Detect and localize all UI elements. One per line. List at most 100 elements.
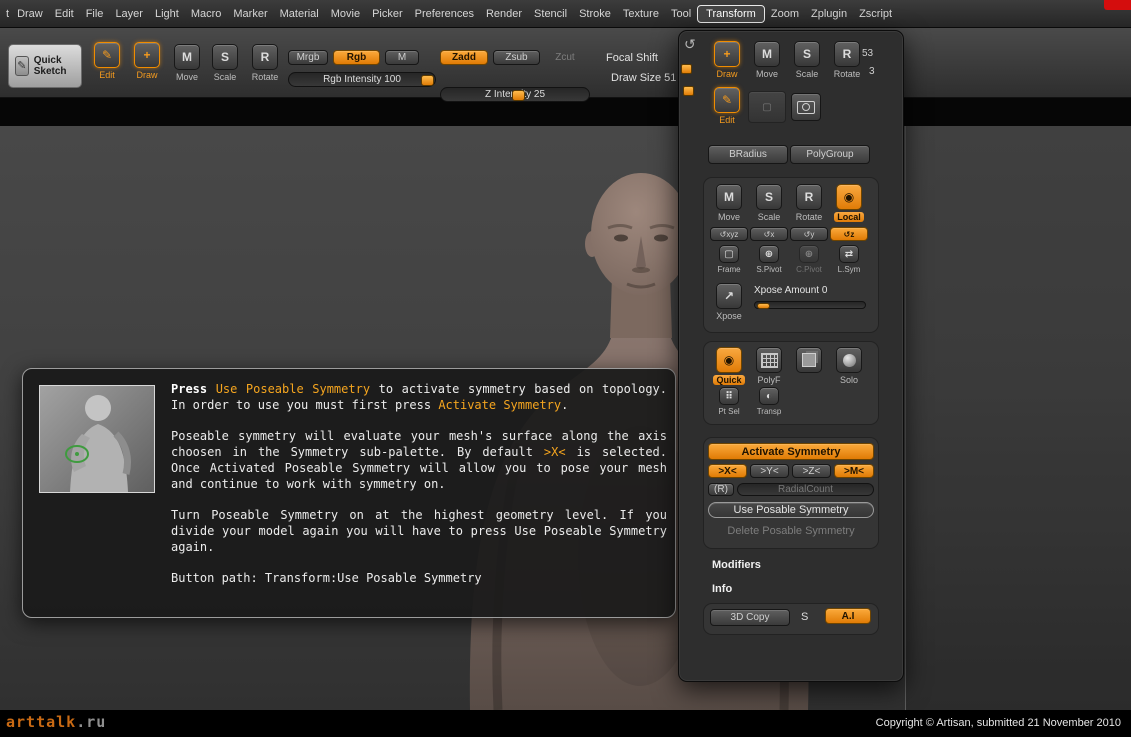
slider-handle[interactable]: [421, 75, 434, 86]
palette-edit-button[interactable]: ✎ Edit: [708, 87, 746, 125]
menu-edit[interactable]: Edit: [49, 5, 80, 23]
palette-move-button[interactable]: M Move: [748, 41, 786, 79]
menu-tool[interactable]: Tool: [665, 5, 697, 23]
move-button[interactable]: M Move: [168, 44, 206, 82]
scale-icon: S: [794, 41, 820, 67]
quick-sketch-button[interactable]: ✎ Quick Sketch: [8, 44, 82, 88]
floor-button[interactable]: [790, 347, 828, 373]
edit-button[interactable]: ✎ Edit: [88, 42, 126, 80]
menu-material[interactable]: Material: [274, 5, 325, 23]
scale-button[interactable]: S Scale: [206, 44, 244, 82]
rotate-icon: R: [834, 41, 860, 67]
help-tooltip: Press Use Poseable Symmetry to activate …: [22, 368, 676, 618]
gyro-scale-button[interactable]: S Scale: [750, 184, 788, 222]
transparency-icon: ◐: [759, 387, 779, 405]
modifiers-section-label[interactable]: Modifiers: [712, 559, 761, 571]
draw-size-handle[interactable]: [683, 86, 694, 96]
tooltip-thumbnail: [39, 385, 155, 493]
rgb-button[interactable]: Rgb: [333, 50, 380, 65]
threed-copy-button[interactable]: 3D Copy: [710, 609, 790, 626]
zcut-button[interactable]: Zcut: [545, 50, 585, 65]
spivot-icon: ⊕: [759, 245, 779, 263]
menu-transform[interactable]: Transform: [697, 5, 765, 23]
menu-file[interactable]: File: [80, 5, 110, 23]
transp-button[interactable]: ◐ Transp: [750, 387, 788, 416]
zsub-button[interactable]: Zsub: [493, 50, 540, 65]
gyro-z-button[interactable]: ↺z: [830, 227, 868, 241]
ai-button[interactable]: A.I: [825, 608, 871, 624]
spivot-button[interactable]: ⊕ S.Pivot: [750, 245, 788, 274]
cpivot-button: ⊕ C.Pivot: [790, 245, 828, 274]
activate-symmetry-button[interactable]: Activate Symmetry: [708, 443, 874, 460]
menu-zplugin[interactable]: Zplugin: [805, 5, 853, 23]
use-posable-symmetry-button[interactable]: Use Posable Symmetry: [708, 502, 874, 518]
sym-z-button[interactable]: >Z<: [792, 464, 831, 478]
polyf-button[interactable]: PolyF: [750, 347, 788, 385]
menu-preferences[interactable]: Preferences: [409, 5, 480, 23]
z-intensity-slider[interactable]: Z Intensity 25: [440, 87, 590, 102]
menu-stroke[interactable]: Stroke: [573, 5, 617, 23]
gyro-x-button[interactable]: ↺x: [750, 227, 788, 241]
xpose-button[interactable]: ↗ Xpose: [710, 283, 748, 321]
arttalk-logo[interactable]: arttalk.ru: [6, 713, 106, 731]
sym-x-button[interactable]: >X<: [708, 464, 747, 478]
m-button[interactable]: M: [385, 50, 419, 65]
point-select-icon: ⠿: [719, 387, 739, 405]
partial-readout: 3: [869, 66, 875, 77]
gyro-move-button[interactable]: M Move: [710, 184, 748, 222]
radial-r-button[interactable]: (R): [708, 483, 734, 496]
polygroup-button[interactable]: PolyGroup: [790, 145, 870, 164]
cube-icon: [796, 347, 822, 373]
menu-draw[interactable]: Draw: [11, 5, 49, 23]
frame-button[interactable]: ▢ Frame: [710, 245, 748, 274]
undo-icon[interactable]: ↺: [684, 36, 696, 53]
gyro-xyz-button[interactable]: ↺xyz: [710, 227, 748, 241]
sketch-icon: ✎: [15, 56, 29, 76]
gyro-rotate-button[interactable]: R Rotate: [790, 184, 828, 222]
menu-movie[interactable]: Movie: [325, 5, 366, 23]
info-section-label[interactable]: Info: [712, 583, 732, 595]
draw-icon: +: [714, 41, 740, 67]
menu-partial-item: t: [4, 5, 11, 23]
camera-icon: [797, 101, 815, 114]
menu-zscript[interactable]: Zscript: [853, 5, 898, 23]
rgb-intensity-slider[interactable]: Rgb Intensity 100: [288, 72, 436, 87]
mrgb-button[interactable]: Mrgb: [288, 50, 328, 65]
draw-size-label: Draw Size 51: [611, 72, 676, 84]
menu-picker[interactable]: Picker: [366, 5, 409, 23]
s-label: S: [801, 611, 808, 623]
rotate-button[interactable]: R Rotate: [244, 44, 286, 82]
menu-light[interactable]: Light: [149, 5, 185, 23]
menu-stencil[interactable]: Stencil: [528, 5, 573, 23]
cut-off-red-button[interactable]: [1104, 0, 1131, 10]
solo-button[interactable]: Solo: [830, 347, 868, 385]
lsym-button[interactable]: ⇄ L.Sym: [830, 245, 868, 274]
menu-marker[interactable]: Marker: [227, 5, 273, 23]
gyro-y-button[interactable]: ↺y: [790, 227, 828, 241]
lsym-icon: ⇄: [839, 245, 859, 263]
menu-zoom[interactable]: Zoom: [765, 5, 805, 23]
focal-shift-handle[interactable]: [681, 64, 692, 74]
ptsel-button[interactable]: ⠿ Pt Sel: [710, 387, 748, 416]
xpose-amount-slider[interactable]: [754, 301, 866, 309]
quick-sketch-label: Quick Sketch: [34, 55, 75, 77]
palette-draw-button[interactable]: + Draw: [708, 41, 746, 79]
sym-m-button[interactable]: >M<: [834, 464, 874, 478]
menu-macro[interactable]: Macro: [185, 5, 228, 23]
scale-icon: S: [212, 44, 238, 70]
camera-button[interactable]: [791, 93, 821, 121]
sym-y-button[interactable]: >Y<: [750, 464, 789, 478]
bradius-button[interactable]: BRadius: [708, 145, 788, 164]
quick-button[interactable]: ◉ Quick: [710, 347, 748, 385]
zadd-button[interactable]: Zadd: [440, 50, 488, 65]
draw-button[interactable]: + Draw: [128, 42, 166, 80]
menu-layer[interactable]: Layer: [109, 5, 149, 23]
palette-rotate-button[interactable]: R Rotate: [828, 41, 866, 79]
menu-texture[interactable]: Texture: [617, 5, 665, 23]
gyro-local-button[interactable]: ◉ Local: [830, 184, 868, 222]
palette-scale-button[interactable]: S Scale: [788, 41, 826, 79]
slider-handle[interactable]: [512, 90, 525, 101]
menu-render[interactable]: Render: [480, 5, 528, 23]
slider-handle[interactable]: [757, 303, 770, 309]
polyframe-icon: [756, 347, 782, 373]
